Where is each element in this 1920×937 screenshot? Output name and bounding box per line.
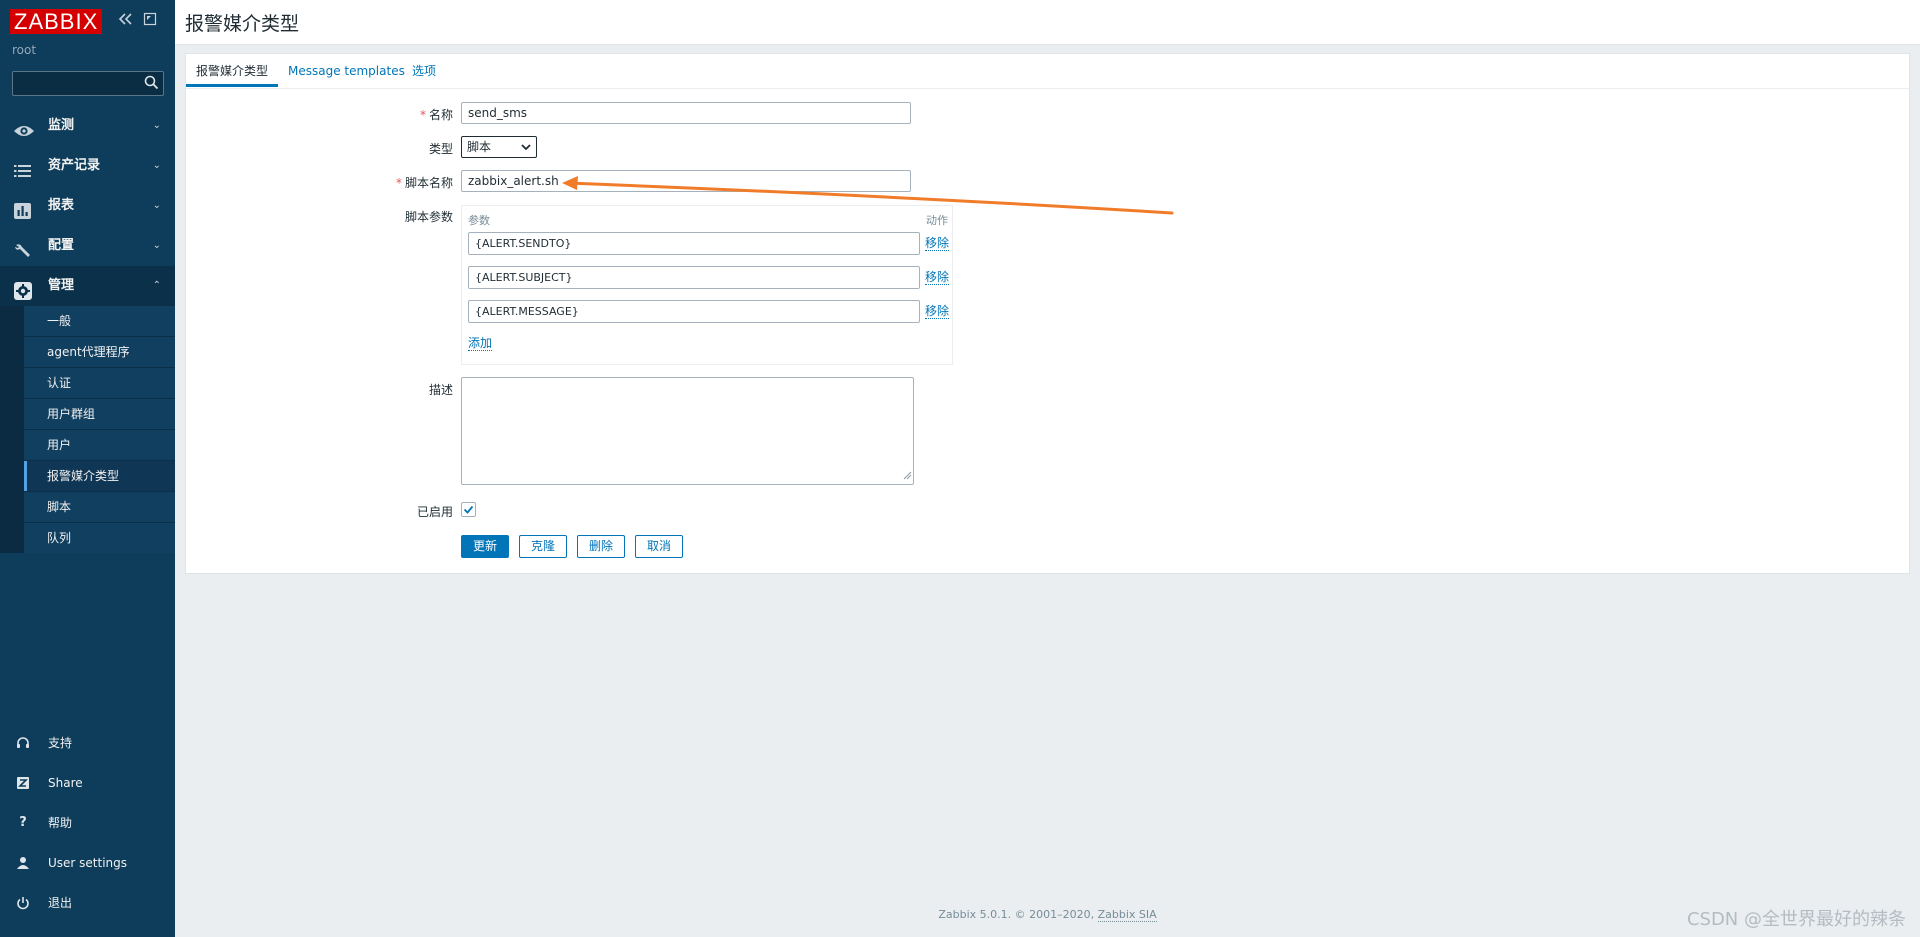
clone-button[interactable]: 克隆 xyxy=(519,535,567,558)
wrench-icon xyxy=(13,237,33,257)
menu-inventory[interactable]: 资产记录 ⌄ xyxy=(0,146,175,186)
chevron-up-icon: ⌃ xyxy=(152,280,161,291)
menu-sign-out[interactable]: 退出 xyxy=(0,883,175,923)
script-params-table: 参数 动作 {ALERT.SENDTO} 移除 {ALERT.SUBJECT} … xyxy=(461,205,953,365)
menu-label: 配置 xyxy=(48,238,75,253)
checkmark-icon xyxy=(463,505,474,514)
collapse-sidebar-icon[interactable] xyxy=(118,12,134,29)
menu-label: 资产记录 xyxy=(48,158,101,173)
question-icon: ? xyxy=(19,815,27,830)
required-marker: * xyxy=(419,108,426,122)
required-marker: * xyxy=(395,176,402,190)
list-icon xyxy=(13,157,33,177)
tab-options[interactable]: 选项 xyxy=(412,54,436,87)
watermark: CSDN @全世界最好的辣条 xyxy=(1686,909,1906,930)
script-params-label: 脚本参数 xyxy=(404,210,453,224)
menu-help[interactable]: ? 帮助 xyxy=(0,803,175,843)
submenu-item-proxies[interactable]: agent代理程序 xyxy=(24,337,175,368)
power-icon xyxy=(16,896,30,910)
update-button[interactable]: 更新 xyxy=(461,535,509,558)
submenu-item-general[interactable]: 一般 xyxy=(24,306,175,337)
menu-configuration[interactable]: 配置 ⌄ xyxy=(0,226,175,266)
description-field[interactable] xyxy=(461,377,914,485)
sidebar: ZABBIX root 监测 ⌄ 资产记录 ⌄ 报表 ⌄ 配置 ⌄ 管理 ⌃ 一… xyxy=(0,0,175,937)
description-label: 描述 xyxy=(428,383,453,397)
menu-label: 管理 xyxy=(48,278,75,293)
type-select-value: 脚本 xyxy=(467,140,492,154)
add-param-button[interactable]: 添加 xyxy=(468,336,493,351)
name-field[interactable] xyxy=(461,102,911,124)
cancel-button[interactable]: 取消 xyxy=(635,535,683,558)
gear-icon xyxy=(13,277,33,300)
submenu-item-media-types[interactable]: 报警媒介类型 xyxy=(24,461,175,492)
share-z-icon xyxy=(16,776,30,790)
enabled-checkbox[interactable] xyxy=(461,502,476,517)
resize-grip-icon[interactable] xyxy=(903,469,912,483)
submenu-item-user-groups[interactable]: 用户群组 xyxy=(24,399,175,430)
script-name-field[interactable] xyxy=(461,170,911,192)
menu-share[interactable]: Share xyxy=(0,763,175,803)
action-column-header: 动作 xyxy=(926,214,948,227)
menu-label: 监测 xyxy=(48,118,75,133)
menu-label: User settings xyxy=(48,856,128,870)
remove-param-button[interactable]: 移除 xyxy=(925,270,950,285)
menu-label: 帮助 xyxy=(48,816,73,830)
media-type-form: 报警媒介类型 Message templates 选项 *名称 类型 脚本 *脚… xyxy=(185,53,1910,574)
submenu-item-scripts[interactable]: 脚本 xyxy=(24,492,175,523)
bar-chart-icon xyxy=(13,197,33,219)
kiosk-mode-icon[interactable] xyxy=(143,12,157,29)
admin-submenu: 一般 agent代理程序 认证 用户群组 用户 报警媒介类型 脚本 队列 xyxy=(0,306,175,553)
search-icon[interactable] xyxy=(144,75,159,93)
menu-label: 报表 xyxy=(48,198,75,213)
type-select[interactable]: 脚本 xyxy=(461,136,537,158)
user-icon xyxy=(16,856,30,870)
current-user: root xyxy=(12,43,37,57)
delete-button[interactable]: 删除 xyxy=(577,535,625,558)
submenu-item-users[interactable]: 用户 xyxy=(24,430,175,461)
page-header: 报警媒介类型 xyxy=(175,0,1920,45)
chevron-down-icon: ⌄ xyxy=(152,120,161,131)
footer-text: Zabbix 5.0.1. © 2001–2020, xyxy=(938,908,1098,921)
menu-reports[interactable]: 报表 ⌄ xyxy=(0,186,175,226)
chevron-down-icon: ⌄ xyxy=(152,240,161,251)
menu-label: 支持 xyxy=(48,736,73,750)
chevron-down-icon: ⌄ xyxy=(152,200,161,211)
zabbix-logo[interactable]: ZABBIX xyxy=(10,9,103,34)
search-input[interactable] xyxy=(13,72,151,93)
admin-submenu-list: 一般 agent代理程序 认证 用户群组 用户 报警媒介类型 脚本 队列 xyxy=(24,306,175,553)
menu-label: Share xyxy=(48,776,83,790)
menu-label: 退出 xyxy=(48,896,73,910)
headset-icon xyxy=(16,736,30,750)
menu-administration[interactable]: 管理 ⌃ xyxy=(0,266,175,306)
sidebar-search xyxy=(12,71,164,96)
menu-support[interactable]: 支持 xyxy=(0,723,175,763)
remove-param-button[interactable]: 移除 xyxy=(925,304,950,319)
chevron-down-icon: ⌄ xyxy=(152,160,161,171)
menu-user-settings[interactable]: User settings xyxy=(0,843,175,883)
chevron-down-icon xyxy=(521,137,531,165)
submenu-item-authentication[interactable]: 认证 xyxy=(24,368,175,399)
menu-monitoring[interactable]: 监测 ⌄ xyxy=(0,106,175,146)
tab-media-type[interactable]: 报警媒介类型 xyxy=(186,54,279,87)
param-field[interactable]: {ALERT.SUBJECT} xyxy=(468,266,920,289)
script-name-label: * 脚本名称 xyxy=(395,176,453,190)
name-label: * 名称 xyxy=(419,108,453,122)
eye-icon xyxy=(13,117,34,136)
params-column-header: 参数 xyxy=(468,214,490,227)
remove-param-button[interactable]: 移除 xyxy=(925,236,950,251)
tab-bar: 报警媒介类型 Message templates 选项 xyxy=(186,54,1909,89)
type-label: 类型 xyxy=(428,142,453,156)
param-field[interactable]: {ALERT.MESSAGE} xyxy=(468,300,920,323)
main-menu: 监测 ⌄ 资产记录 ⌄ 报表 ⌄ 配置 ⌄ 管理 ⌃ 一般 agent代理程序 … xyxy=(0,106,175,553)
zabbix-sia-link[interactable]: Zabbix SIA xyxy=(1097,908,1157,922)
bottom-menu: 支持 Share ? 帮助 User settings 退出 xyxy=(0,723,175,923)
param-field[interactable]: {ALERT.SENDTO} xyxy=(468,232,920,255)
submenu-item-queue[interactable]: 队列 xyxy=(24,523,175,553)
tab-message-templates[interactable]: Message templates xyxy=(288,54,405,87)
enabled-label: 已启用 xyxy=(416,505,453,519)
page-title: 报警媒介类型 xyxy=(185,13,300,35)
page-footer: Zabbix 5.0.1. © 2001–2020, Zabbix SIA xyxy=(175,908,1920,922)
